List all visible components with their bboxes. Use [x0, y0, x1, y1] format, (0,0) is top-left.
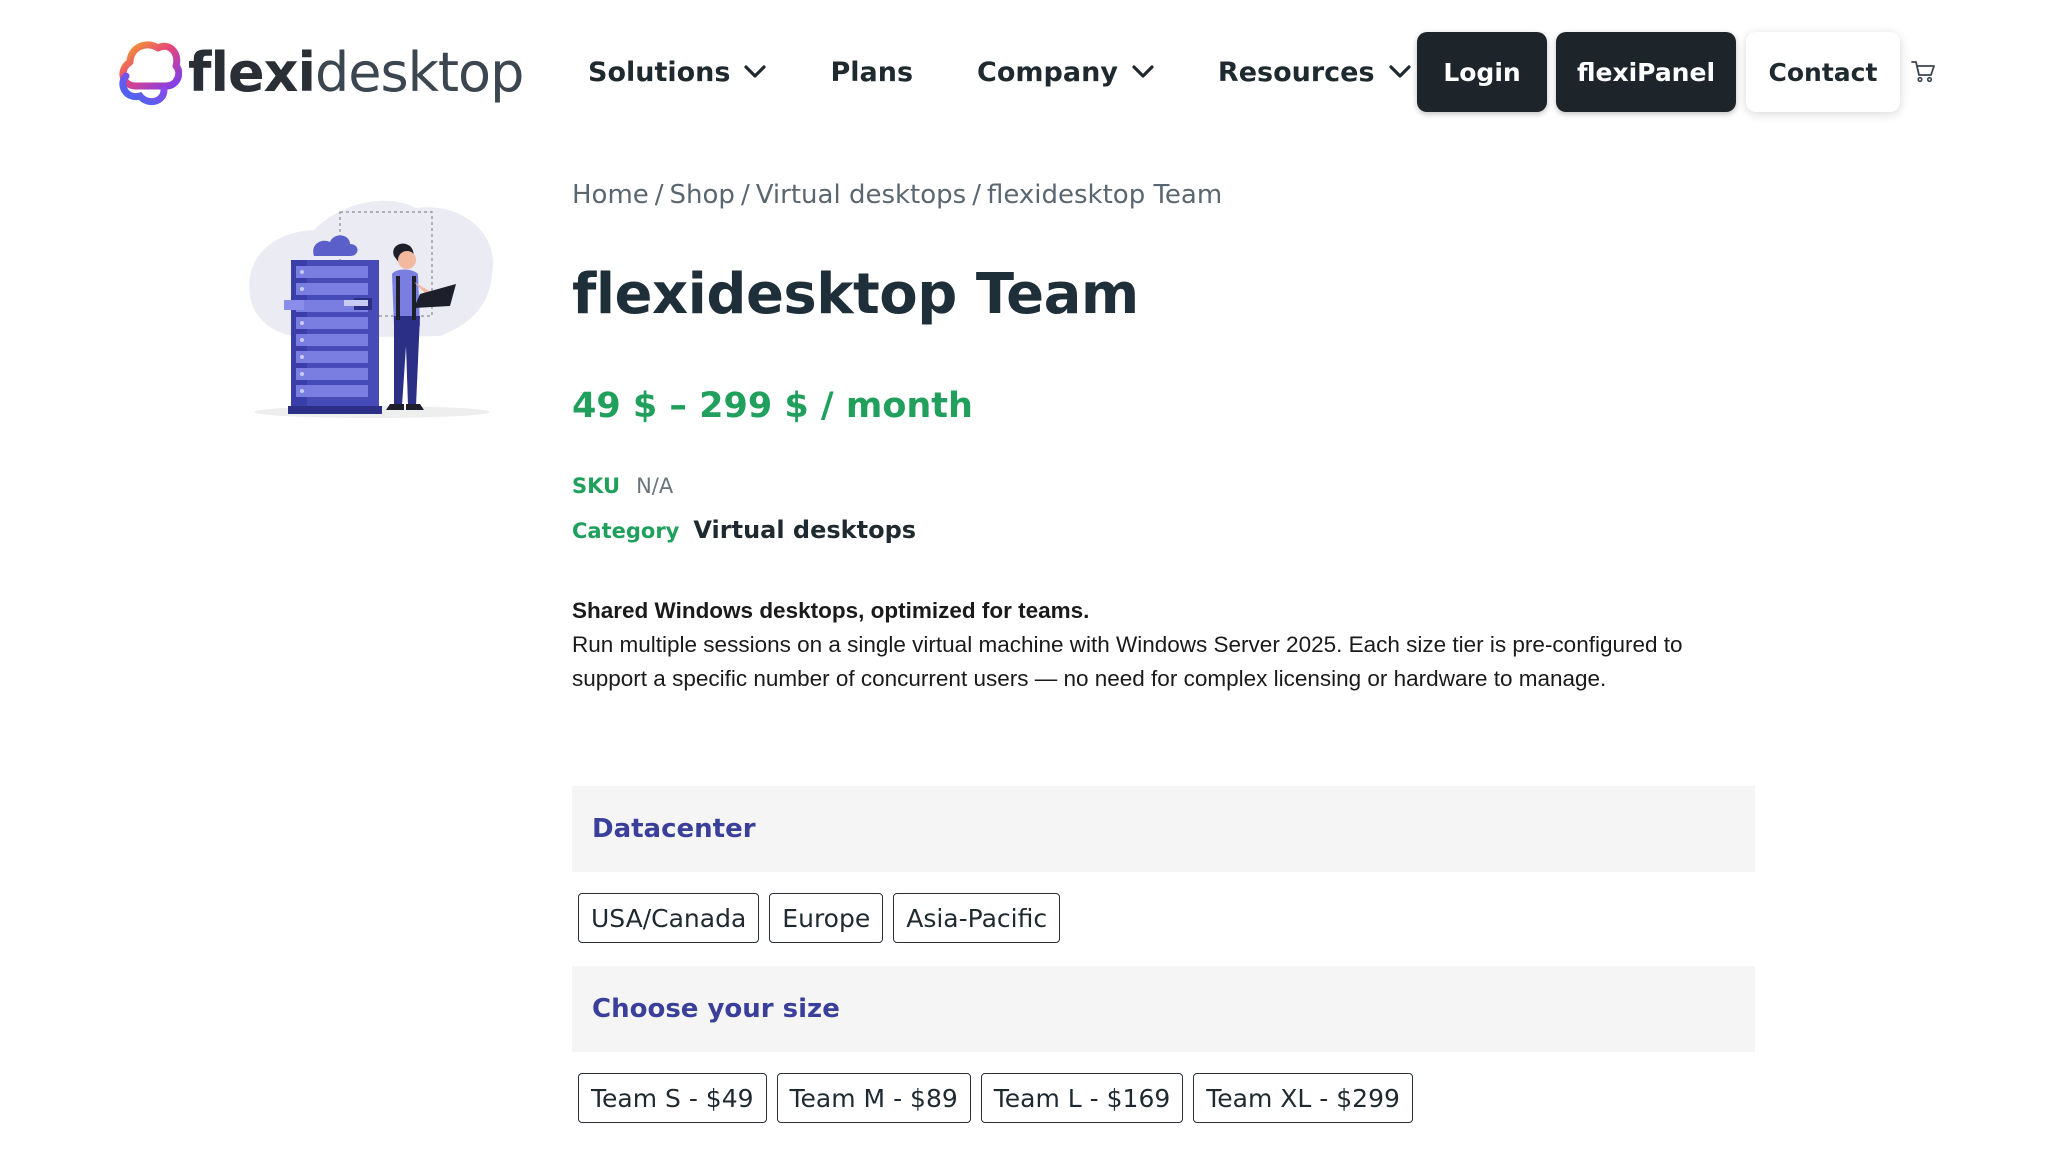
- nav-company-label: Company: [977, 56, 1118, 88]
- size-option-team-m[interactable]: Team M - $89: [776, 1073, 971, 1123]
- cloud-logo-icon: [119, 41, 182, 106]
- sku-value: N/A: [636, 474, 674, 498]
- breadcrumb-home[interactable]: Home: [572, 180, 649, 210]
- category-row: Category Virtual desktops: [572, 516, 916, 544]
- nav-solutions-label: Solutions: [588, 56, 731, 88]
- description-body: Run multiple sessions on a single virtua…: [572, 632, 1683, 691]
- login-button[interactable]: Login: [1417, 32, 1547, 112]
- product-description: Shared Windows desktops, optimized for t…: [572, 594, 1732, 696]
- breadcrumb-category[interactable]: Virtual desktops: [756, 180, 966, 210]
- description-heading: Shared Windows desktops, optimized for t…: [572, 598, 1090, 623]
- breadcrumb-shop[interactable]: Shop: [670, 180, 735, 210]
- product-illustration: [249, 200, 493, 418]
- size-options: Team S - $49 Team M - $89 Team L - $169 …: [578, 1073, 1423, 1123]
- brand-name: flexidesktop: [188, 46, 524, 100]
- main-nav: Solutions Plans Company Resources: [588, 50, 1475, 94]
- datacenter-option-usa-canada[interactable]: USA/Canada: [578, 893, 760, 943]
- chevron-down-icon: [1388, 65, 1411, 78]
- chevron-down-icon: [744, 65, 767, 78]
- nav-resources[interactable]: Resources: [1218, 57, 1411, 88]
- sku-row: SKU N/A: [572, 474, 673, 498]
- size-header: Choose your size: [572, 966, 1755, 1052]
- sku-label: SKU: [572, 474, 621, 498]
- nav-plans[interactable]: Plans: [830, 57, 913, 88]
- size-option-team-s[interactable]: Team S - $49: [578, 1073, 767, 1123]
- datacenter-options: USA/Canada Europe Asia-Pacific: [578, 893, 1070, 943]
- cart-icon: [1911, 61, 1935, 83]
- datacenter-header: Datacenter: [572, 786, 1755, 872]
- nav-solutions[interactable]: Solutions: [588, 56, 767, 88]
- nav-plans-label: Plans: [830, 56, 914, 88]
- flexipanel-button[interactable]: flexiPanel: [1556, 32, 1736, 112]
- nav-resources-label: Resources: [1217, 56, 1375, 88]
- brand-logo[interactable]: flexidesktop: [112, 36, 524, 110]
- cart-button[interactable]: [1910, 58, 1936, 89]
- product-price: 49 $ – 299 $ / month: [572, 386, 973, 426]
- size-option-team-l[interactable]: Team L - $169: [980, 1073, 1184, 1123]
- size-option-team-xl[interactable]: Team XL - $299: [1193, 1073, 1413, 1123]
- nav-company[interactable]: Company: [977, 57, 1154, 88]
- datacenter-title: Datacenter: [592, 814, 756, 844]
- chevron-down-icon: [1132, 65, 1154, 78]
- breadcrumb-current: flexidesktop Team: [986, 180, 1223, 210]
- contact-button[interactable]: Contact: [1746, 32, 1900, 112]
- datacenter-option-asia-pacific[interactable]: Asia-Pacific: [893, 893, 1061, 943]
- brand-name-bold: flexi: [188, 41, 316, 104]
- brand-name-light: desktop: [314, 41, 524, 104]
- datacenter-option-europe[interactable]: Europe: [769, 893, 884, 943]
- category-label: Category: [572, 519, 680, 543]
- category-link[interactable]: Virtual desktops: [693, 516, 916, 544]
- breadcrumb: Home / Shop / Virtual desktops / flexidesktop …: [572, 180, 1223, 210]
- page-title: flexidesktop Team: [572, 262, 1139, 327]
- size-title: Choose your size: [592, 994, 840, 1024]
